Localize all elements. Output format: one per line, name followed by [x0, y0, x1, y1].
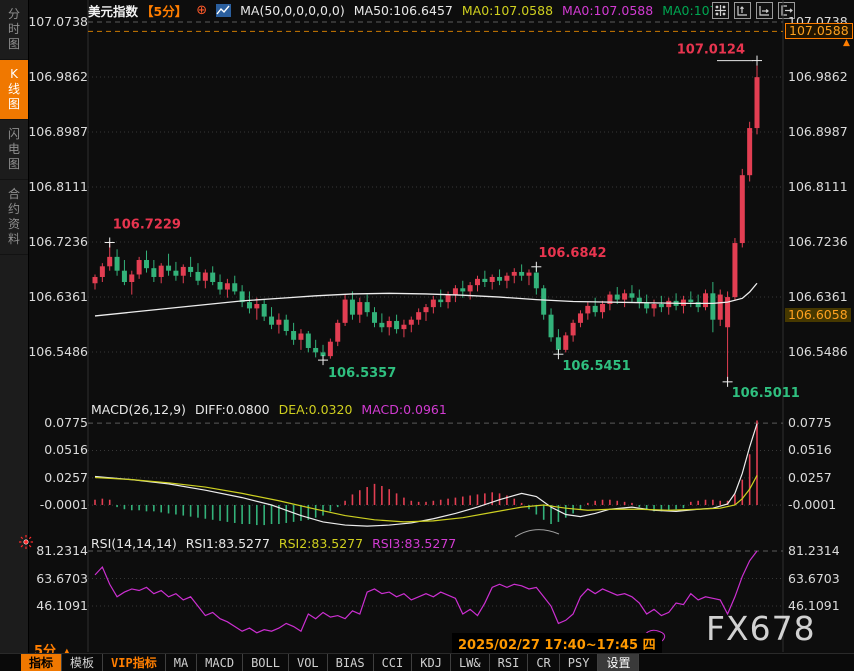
macd-axis-label: 0.0257 — [28, 471, 88, 485]
scroll-latest-arrow[interactable]: ▲ — [843, 38, 850, 48]
price-axis-label: 106.7236 — [28, 235, 88, 249]
rsi-axis-label: 63.6703 — [28, 572, 88, 586]
rsi-axis-label: 46.1091 — [28, 599, 88, 613]
macd-value: MACD:0.0961 — [361, 402, 446, 417]
toolbar-tab-KDJ[interactable]: KDJ — [412, 654, 451, 671]
toolbar-tab-MA[interactable]: MA — [166, 654, 197, 671]
macd-title: MACD(26,12,9) — [91, 402, 186, 417]
toolbar-tab-CR[interactable]: CR — [528, 654, 559, 671]
rsi3-value: RSI3:83.5277 — [372, 536, 456, 551]
rsi1-value: RSI1:83.5277 — [186, 536, 270, 551]
toolbar-tab-模板[interactable]: 模板 — [62, 654, 103, 671]
macd-axis-label: 0.0516 — [788, 443, 852, 457]
price-axis-label: 106.9862 — [28, 70, 88, 84]
price-axis-label: 106.7236 — [788, 235, 852, 249]
chart-canvas: 106.7229106.5357106.6842106.5451107.0124… — [0, 0, 854, 671]
macd-axis-label: 0.0257 — [788, 471, 852, 485]
macd-axis-label: 0.0516 — [28, 443, 88, 457]
alert-blink-icon — [18, 534, 34, 554]
indicator-toolbar: 指标模板VIP指标MAMACDBOLLVOLBIASCCIKDJLW&RSICR… — [0, 653, 854, 671]
macd-axis-label: -0.0001 — [28, 498, 88, 512]
price-axis-label: 106.8111 — [28, 180, 88, 194]
macd-axis-label: 0.0775 — [28, 416, 88, 430]
price-axis-label: 106.6361 — [28, 290, 88, 304]
toolbar-tab-PSY[interactable]: PSY — [560, 654, 599, 671]
rsi-title: RSI(14,14,14) — [91, 536, 177, 551]
macd-diff-value: DIFF:0.0800 — [195, 402, 270, 417]
crosshair-datetime-label: 2025/02/27 17:40~17:45 四 — [452, 633, 662, 654]
reference-price-box: 106.6058 — [785, 308, 851, 322]
price-axis-label: 106.5486 — [28, 345, 88, 359]
rsi-panel-header: RSI(14,14,14) RSI1:83.5277 RSI2:83.5277 … — [91, 536, 456, 551]
rsi-axis-label: 63.6703 — [788, 572, 852, 586]
toolbar-tab-MACD[interactable]: MACD — [197, 654, 243, 671]
toolbar-tab-BIAS[interactable]: BIAS — [328, 654, 374, 671]
toolbar-tab-CCI[interactable]: CCI — [374, 654, 413, 671]
macd-panel-header: MACD(26,12,9) DIFF:0.0800 DEA:0.0320 MAC… — [91, 402, 447, 417]
trading-app-window: 分 时 图K 线 图闪 电 图合 约 资 料 美元指数【5分】 ⊕ MA(50,… — [0, 0, 854, 671]
fx678-watermark: FX678 — [706, 609, 816, 648]
toolbar-tab-VOL[interactable]: VOL — [289, 654, 328, 671]
macd-dea-value: DEA:0.0320 — [279, 402, 353, 417]
toolbar-tab-设置[interactable]: 设置 — [598, 654, 639, 671]
price-axis-label: 106.9862 — [788, 70, 852, 84]
price-axis-label: 106.5486 — [788, 345, 852, 359]
rsi-axis-label: 81.2314 — [788, 544, 852, 558]
rsi-axis-label: 81.2314 — [28, 544, 88, 558]
toolbar-tab-VIP指标[interactable]: VIP指标 — [103, 654, 166, 671]
toolbar-tab-指标[interactable]: 指标 — [21, 654, 62, 671]
price-axis-label: 106.8111 — [788, 180, 852, 194]
price-axis-label: 106.8987 — [28, 125, 88, 139]
price-axis-label: 106.6361 — [788, 290, 852, 304]
price-axis-label: 107.0738 — [28, 15, 88, 29]
toolbar-tab-RSI[interactable]: RSI — [490, 654, 529, 671]
macd-axis-label: 0.0775 — [788, 416, 852, 430]
toolbar-tab-BOLL[interactable]: BOLL — [243, 654, 289, 671]
toolbar-tab-LW&[interactable]: LW& — [451, 654, 490, 671]
macd-axis-label: -0.0001 — [788, 498, 852, 512]
price-axis-label: 106.8987 — [788, 125, 852, 139]
rsi2-value: RSI2:83.5277 — [279, 536, 363, 551]
